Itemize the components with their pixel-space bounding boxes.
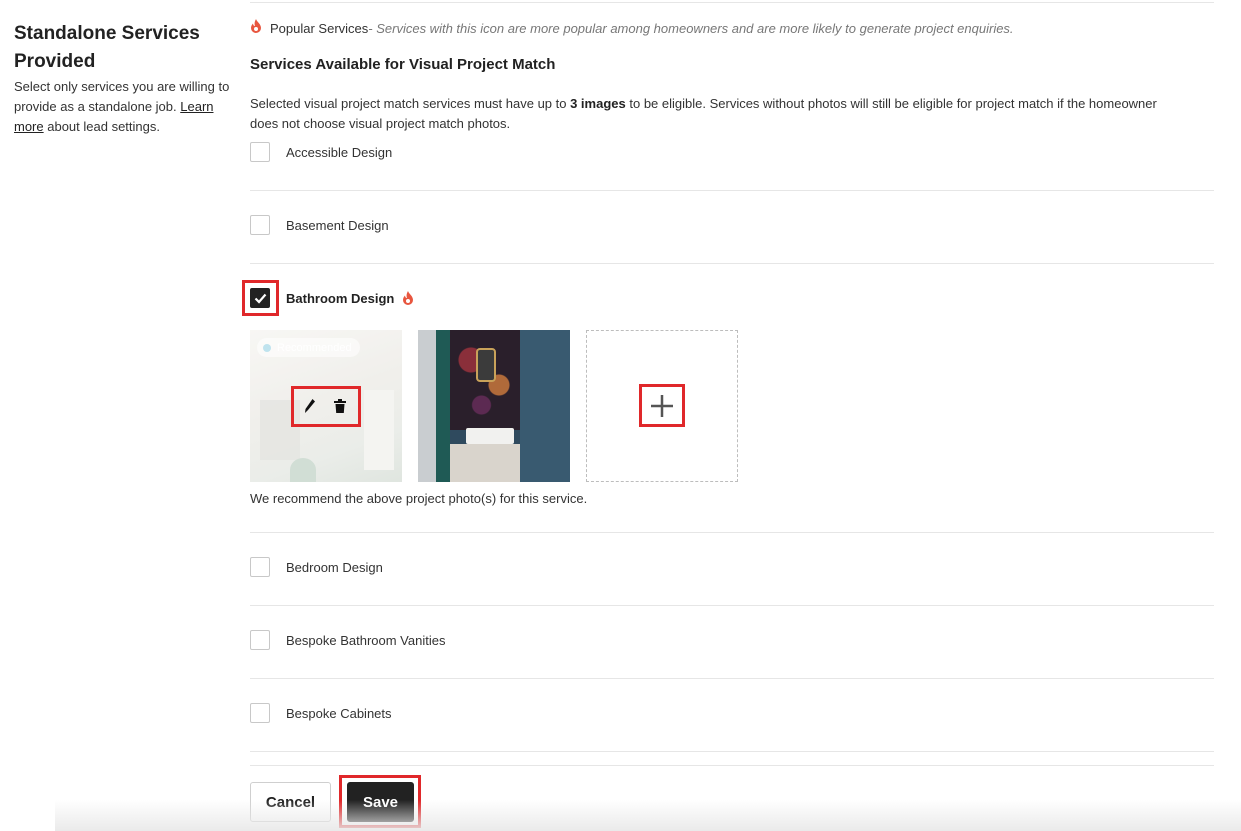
service-checkbox[interactable] xyxy=(250,557,270,577)
highlight-frame xyxy=(291,386,361,427)
service-checkbox[interactable] xyxy=(250,630,270,650)
service-checkbox[interactable] xyxy=(250,703,270,723)
popular-services-text: - Services with this icon are more popul… xyxy=(368,20,1014,36)
service-row-bespoke-bathroom-vanities: Bespoke Bathroom Vanities xyxy=(250,629,1214,651)
learn-more-suffix: about lead settings. xyxy=(43,119,160,134)
row-divider xyxy=(250,263,1214,264)
section-description: Select only services you are willing to … xyxy=(14,77,234,137)
photo-detail xyxy=(476,348,496,382)
service-checkbox[interactable] xyxy=(250,215,270,235)
popular-services-label: Popular Services xyxy=(270,20,369,36)
row-divider xyxy=(250,532,1214,533)
sidebar: Standalone Services Provided Select only… xyxy=(14,20,234,137)
recommended-badge-label: Recommended xyxy=(277,341,352,354)
service-label: Bespoke Cabinets xyxy=(286,705,392,721)
service-checkbox[interactable] xyxy=(250,142,270,162)
service-row-accessible-design: Accessible Design xyxy=(250,141,1214,163)
service-label: Accessible Design xyxy=(286,144,393,160)
service-label: Basement Design xyxy=(286,217,389,233)
footer-divider xyxy=(250,765,1214,766)
badge-dot xyxy=(263,343,271,352)
photo-recommendation-text: We recommend the above project photo(s) … xyxy=(250,491,588,506)
flame-icon xyxy=(250,19,262,38)
highlight-frame xyxy=(242,280,279,316)
bottom-fade xyxy=(55,800,1241,831)
row-divider xyxy=(250,678,1214,679)
service-label: Bespoke Bathroom Vanities xyxy=(286,632,446,648)
row-divider xyxy=(250,190,1214,191)
row-divider xyxy=(250,605,1214,606)
section-heading: Standalone Services Provided xyxy=(14,23,200,72)
flame-icon xyxy=(402,291,414,305)
top-divider xyxy=(250,2,1214,3)
service-row-bathroom-design: Bathroom Design xyxy=(250,287,1214,309)
highlight-frame xyxy=(639,384,685,427)
photo-detail xyxy=(466,428,514,444)
cancel-button[interactable]: Cancel xyxy=(250,782,331,822)
service-label: Bedroom Design xyxy=(286,559,383,575)
row-divider xyxy=(250,751,1214,752)
popular-services-note: Popular Services - Services with this ic… xyxy=(250,19,1014,38)
service-row-bespoke-cabinets: Bespoke Cabinets xyxy=(250,702,1214,724)
service-row-basement-design: Basement Design xyxy=(250,214,1214,236)
photo-detail xyxy=(450,444,520,482)
photo-detail xyxy=(418,330,436,482)
vpm-title: Services Available for Visual Project Ma… xyxy=(250,56,556,73)
service-label: Bathroom Design xyxy=(286,290,395,306)
service-row-bedroom-design: Bedroom Design xyxy=(250,556,1214,578)
vpm-desc-bold: 3 images xyxy=(570,96,626,111)
photo-detail xyxy=(436,330,450,482)
highlight-frame xyxy=(339,775,421,828)
photo-detail xyxy=(520,330,570,482)
vpm-desc-start: Selected visual project match services m… xyxy=(250,96,571,111)
project-photo[interactable] xyxy=(418,330,570,482)
recommended-badge: Recommended xyxy=(257,338,360,357)
vpm-description: Selected visual project match services m… xyxy=(250,94,1170,134)
